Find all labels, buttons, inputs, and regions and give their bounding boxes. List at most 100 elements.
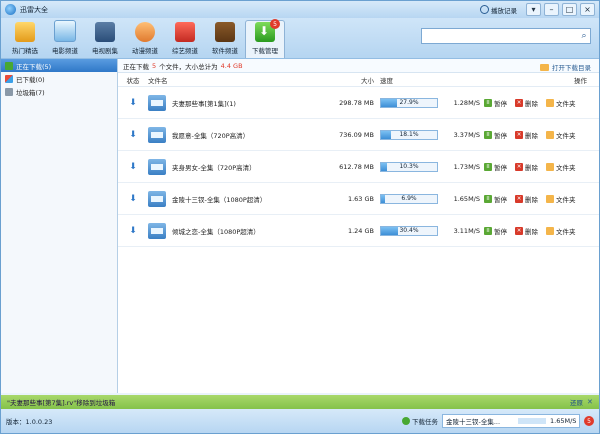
- tab-label: 电影频道: [52, 47, 78, 55]
- row-actions: II 暂停 ✕ 删除 文件夹: [484, 194, 576, 204]
- download-status-icon: ⬇: [129, 129, 137, 140]
- tab-download-manager[interactable]: 5 下载管理: [245, 19, 285, 58]
- version-label: 版本：1.0.0.23: [6, 418, 53, 426]
- folder-label: 文件夹: [556, 99, 576, 108]
- tab-software[interactable]: 软件频道: [205, 20, 245, 58]
- maximize-button[interactable]: □: [562, 3, 577, 16]
- open-download-dir-button[interactable]: 打开下载目录: [540, 62, 591, 72]
- file-cell: 夹身男女-全集（720P高清）: [148, 158, 338, 175]
- progress-bar: 27.9%: [380, 97, 438, 108]
- delete-icon: ✕: [515, 194, 523, 203]
- delete-label: 删除: [525, 131, 538, 140]
- progress-label: 27.9%: [399, 98, 419, 106]
- summary-suffix: 个文件，大小总计为: [159, 62, 218, 71]
- folder-label: 文件夹: [556, 227, 576, 236]
- open-folder-button[interactable]: 文件夹: [546, 194, 576, 204]
- download-icon: 5: [255, 19, 280, 42]
- delete-button[interactable]: ✕ 删除: [515, 130, 538, 140]
- pause-button[interactable]: II 暂停: [484, 130, 507, 140]
- tv-icon: [95, 22, 115, 42]
- pause-icon: II: [484, 130, 492, 139]
- video-file-icon: [148, 158, 166, 175]
- file-cell: 我愿意-全集（720P高清）: [148, 126, 338, 143]
- table-row[interactable]: ⬇ 夫妻那些事[第1集](1) 298.78 MB 27.9% 1.28M/S …: [118, 87, 599, 119]
- file-size: 1.24 GB: [347, 226, 374, 235]
- file-size: 1.63 GB: [347, 194, 374, 203]
- downloading-icon: [5, 61, 13, 70]
- tab-variety[interactable]: 综艺频道: [165, 20, 205, 58]
- history-button[interactable]: 播放记录: [480, 5, 517, 15]
- summary-count: 5: [152, 61, 157, 70]
- sidebar-item-trash[interactable]: 垃圾箱(7): [1, 85, 117, 98]
- notice-bar: "夫妻那些事[第7集].rv"移除到垃圾箱 还原 ✕: [1, 395, 599, 409]
- pause-label: 暂停: [494, 131, 507, 140]
- tab-movie[interactable]: 电影频道: [45, 20, 85, 58]
- sidebar-item-downloading[interactable]: 正在下载(5): [1, 59, 117, 72]
- open-folder-button[interactable]: 文件夹: [546, 162, 576, 172]
- video-file-icon: [148, 222, 166, 239]
- search-icon[interactable]: ⌕: [578, 31, 590, 41]
- header-speed: 速度: [380, 76, 393, 85]
- pause-icon: II: [484, 162, 492, 171]
- progress-bar: 6.9%: [380, 193, 438, 204]
- file-name: 夹身男女-全集（720P高清）: [172, 163, 256, 172]
- download-status-icon: ⬇: [129, 97, 137, 108]
- progress-cell: 6.9%: [380, 193, 438, 204]
- search-input[interactable]: [422, 30, 578, 42]
- delete-icon: ✕: [515, 130, 523, 139]
- table-row[interactable]: ⬇ 夹身男女-全集（720P高清） 612.78 MB 10.3% 1.73M/…: [118, 151, 599, 183]
- pause-button[interactable]: II 暂停: [484, 226, 507, 236]
- tab-tv[interactable]: 电视剧集: [85, 20, 125, 58]
- channel-toolbar: 热门精选 电影频道 电视剧集 动漫频道 综艺频道 软件频道 5 下载管理: [1, 18, 599, 59]
- anime-face-icon: [135, 22, 155, 42]
- close-button[interactable]: ×: [580, 3, 595, 16]
- delete-label: 删除: [525, 195, 538, 204]
- delete-button[interactable]: ✕ 删除: [515, 98, 538, 108]
- delete-label: 删除: [525, 99, 538, 108]
- progress-bar: 18.1%: [380, 129, 438, 140]
- pause-button[interactable]: II 暂停: [484, 98, 507, 108]
- delete-label: 删除: [525, 227, 538, 236]
- star-icon: [15, 22, 35, 42]
- header-size: 大小: [361, 76, 374, 85]
- sidebar-item-downloaded[interactable]: 已下载(0): [1, 72, 117, 85]
- delete-button[interactable]: ✕ 删除: [515, 226, 538, 236]
- pause-label: 暂停: [494, 195, 507, 204]
- restore-link[interactable]: 还原: [570, 397, 583, 407]
- delete-button[interactable]: ✕ 删除: [515, 162, 538, 172]
- minimize-button[interactable]: –: [544, 3, 559, 16]
- progress-bar: 30.4%: [380, 225, 438, 236]
- download-summary: 正在下载 5 个文件，大小总计为 4.4 GB 打开下载目录: [118, 59, 599, 73]
- open-folder-button[interactable]: 文件夹: [546, 130, 576, 140]
- notice-close-icon[interactable]: ✕: [587, 398, 595, 406]
- window-title: 迅雷大全: [20, 5, 48, 14]
- summary-total: 4.4 GB: [220, 61, 243, 70]
- open-dir-label: 打开下载目录: [552, 64, 591, 72]
- tab-anime[interactable]: 动漫频道: [125, 20, 165, 58]
- pause-icon: II: [484, 98, 492, 107]
- delete-icon: ✕: [515, 226, 523, 235]
- folder-label: 文件夹: [556, 195, 576, 204]
- delete-button[interactable]: ✕ 删除: [515, 194, 538, 204]
- pause-button[interactable]: II 暂停: [484, 162, 507, 172]
- pause-button[interactable]: II 暂停: [484, 194, 507, 204]
- mini-progress[interactable]: 金陵十三钗-全集... 1.65M/S: [442, 414, 580, 428]
- download-speed: 3.11M/S: [453, 226, 480, 235]
- tab-hot[interactable]: 热门精选: [5, 20, 45, 58]
- download-task-button[interactable]: 下载任务: [402, 416, 438, 426]
- file-size: 612.78 MB: [339, 162, 374, 171]
- row-actions: II 暂停 ✕ 删除 文件夹: [484, 130, 576, 140]
- skin-button[interactable]: ▾: [526, 3, 541, 16]
- sidebar-item-label: 垃圾箱(7): [16, 88, 45, 97]
- open-folder-button[interactable]: 文件夹: [546, 226, 576, 236]
- open-folder-button[interactable]: 文件夹: [546, 98, 576, 108]
- progress-label: 6.9%: [401, 194, 417, 202]
- status-bar: 版本：1.0.0.23 下载任务 金陵十三钗-全集... 1.65M/S 5: [1, 409, 599, 433]
- app-logo-icon: [5, 4, 16, 15]
- folder-icon: [546, 130, 554, 139]
- table-row[interactable]: ⬇ 金陵十三钗-全集（1080P超清） 1.63 GB 6.9% 1.65M/S…: [118, 183, 599, 215]
- table-row[interactable]: ⬇ 我愿意-全集（720P高清） 736.09 MB 18.1% 3.37M/S…: [118, 119, 599, 151]
- pause-label: 暂停: [494, 227, 507, 236]
- table-row[interactable]: ⬇ 倾城之恋-全集（1080P超清） 1.24 GB 30.4% 3.11M/S…: [118, 215, 599, 247]
- tab-label: 动漫频道: [132, 47, 158, 55]
